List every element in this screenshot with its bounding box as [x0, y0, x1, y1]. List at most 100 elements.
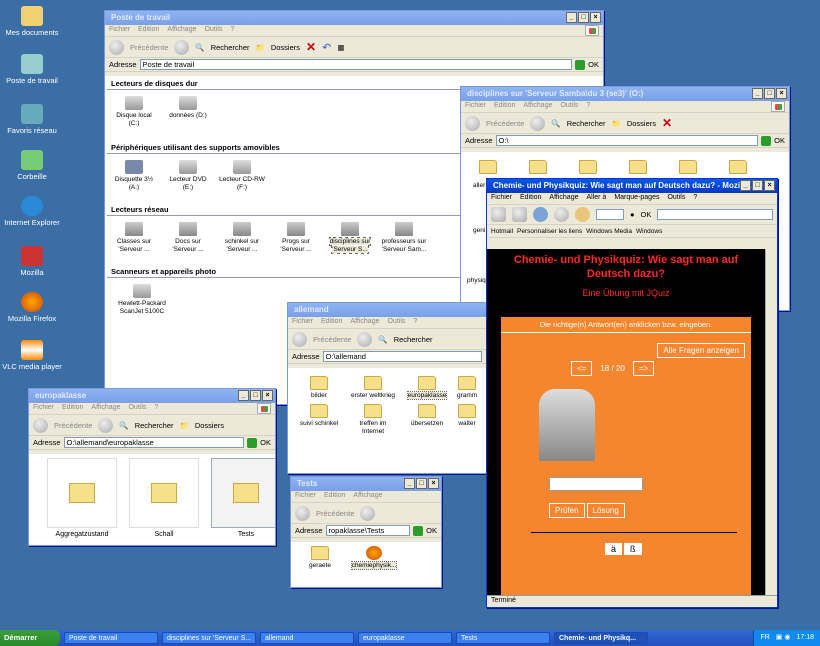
desktop-icon-network[interactable]: Favoris réseau [0, 104, 64, 135]
folder-item[interactable]: übersetzen [403, 404, 451, 436]
desktop-icon-recycle-bin[interactable]: Corbeille [0, 150, 64, 181]
back-icon[interactable] [33, 417, 48, 433]
desktop-icon-firefox[interactable]: Mozilla Firefox [0, 292, 64, 323]
folder-item[interactable]: treffen im Internet [349, 404, 397, 436]
back-icon[interactable] [295, 505, 310, 521]
folder-item[interactable]: Aggregatzustand [47, 458, 117, 541]
minimize-icon[interactable]: _ [404, 478, 415, 489]
maximize-icon[interactable]: □ [250, 390, 261, 401]
drive-d[interactable]: données (D:) [164, 96, 212, 128]
views-icon[interactable]: ▦ [337, 43, 344, 52]
close-icon[interactable]: × [764, 180, 775, 191]
address-field[interactable]: O:\allemand\europaklasse [63, 437, 245, 448]
back-icon[interactable] [465, 115, 480, 131]
go-icon[interactable] [761, 135, 772, 146]
delete-icon[interactable]: ✕ [306, 40, 316, 54]
window-allemand[interactable]: allemand Fichier Edition Affichage Outils? … [287, 302, 487, 474]
language-indicator[interactable]: FR [760, 630, 769, 646]
drive-f[interactable]: Lecteur CD-RW (F:) [218, 160, 266, 192]
scanner[interactable]: Hewlett-Packard ScanJet 5100C [110, 284, 174, 316]
task-button[interactable]: allemand [260, 632, 354, 644]
folder-item[interactable]: Schall [129, 458, 199, 541]
menu-view[interactable]: Affichage [167, 26, 196, 33]
window-tests[interactable]: Tests _ □ × Fichier Edition Affichage Précéde… [290, 476, 442, 588]
folder-item-selected[interactable]: europaklasse [403, 376, 451, 400]
maximize-icon[interactable]: □ [578, 12, 589, 23]
folder-icon[interactable] [729, 160, 747, 174]
menu-edit[interactable]: Edition [138, 26, 159, 33]
folder-icon[interactable] [679, 160, 697, 174]
forward-icon[interactable] [360, 505, 376, 521]
folder-item[interactable]: erster weltkrieg [349, 376, 397, 400]
go-icon[interactable]: ● [630, 210, 635, 219]
html-file-item[interactable]: chemiephysik... [350, 546, 398, 570]
url-field[interactable] [596, 209, 624, 220]
search-icon[interactable]: 🔍 [195, 43, 204, 52]
search-icon[interactable]: 🔍 [378, 335, 387, 344]
delete-icon[interactable]: ✕ [662, 116, 672, 130]
folder-item-selected[interactable]: Tests [211, 458, 275, 541]
prev-question-button[interactable]: <= [571, 361, 593, 376]
drive-c[interactable]: Disque local (C:) [110, 96, 158, 128]
drive-a[interactable]: Disquette 3½ (A:) [110, 160, 158, 192]
folders-icon[interactable]: 📁 [256, 43, 265, 52]
task-button-active[interactable]: Chemie- und Physikq... [554, 632, 648, 644]
window-firefox[interactable]: Chemie- und Physikquiz: Wie sagt man auf… [486, 178, 778, 608]
forward-icon[interactable] [530, 115, 546, 131]
forward-icon[interactable] [98, 417, 114, 433]
drive-e[interactable]: Lecteur DVD (E:) [164, 160, 212, 192]
bookmark[interactable]: Windows Media [586, 228, 632, 235]
folders-icon[interactable]: 📁 [180, 421, 189, 430]
folder-item[interactable]: suivi schinkel [295, 404, 343, 436]
title-bar[interactable]: allemand [288, 303, 486, 317]
task-button[interactable]: disciplines sur 'Serveur S... [162, 632, 256, 644]
back-icon[interactable] [109, 39, 124, 55]
folder-item[interactable]: geraete [296, 546, 344, 570]
close-icon[interactable]: × [428, 478, 439, 489]
desktop-icon-my-computer[interactable]: Poste de travail [0, 54, 64, 85]
start-button[interactable]: Démarrer [0, 630, 60, 646]
show-all-questions-button[interactable]: Alle Fragen anzeigen [657, 343, 745, 358]
minimize-icon[interactable]: _ [740, 180, 751, 191]
desktop-icon-vlc[interactable]: VLC media player [0, 340, 64, 371]
close-icon[interactable]: × [776, 88, 787, 99]
folder-item[interactable]: grammat [457, 376, 477, 400]
folder-icon[interactable] [479, 160, 497, 174]
back-icon[interactable] [292, 331, 307, 347]
close-icon[interactable]: × [590, 12, 601, 23]
network-drive[interactable]: professeurs sur 'Serveur Sam... [380, 222, 428, 254]
reload-icon[interactable] [533, 207, 548, 222]
folder-item[interactable]: walter [457, 404, 477, 436]
go-icon[interactable] [575, 59, 586, 70]
folder-icon[interactable] [579, 160, 597, 174]
desktop-icon-ie[interactable]: Internet Explorer [0, 196, 64, 227]
check-button[interactable]: Prüfen [549, 503, 585, 518]
char-a-umlaut-button[interactable]: ä [605, 543, 623, 555]
title-bar[interactable]: Poste de travail _ □ × [105, 11, 603, 25]
next-question-button[interactable]: => [632, 361, 655, 376]
title-bar[interactable]: Chemie- und Physikquiz: Wie sagt man auf… [487, 179, 777, 193]
folder-icon[interactable] [629, 160, 647, 174]
menu-tools[interactable]: Outils [204, 26, 222, 33]
forward-icon[interactable] [512, 207, 527, 222]
go-icon[interactable] [247, 437, 258, 448]
network-drive[interactable]: Classes sur 'Serveur ... [110, 222, 158, 254]
home-icon[interactable] [575, 207, 590, 222]
network-drive[interactable]: Docs sur 'Serveur ... [164, 222, 212, 254]
back-icon[interactable] [491, 207, 506, 222]
search-icon[interactable]: 🔍 [551, 119, 560, 128]
desktop-icon-mozilla[interactable]: Mozilla [0, 246, 64, 277]
window-europaklasse[interactable]: europaklasse _ □ × Fichier Edition Affichage O… [28, 388, 276, 546]
scrollbar[interactable] [765, 249, 777, 595]
undo-icon[interactable]: ↶ [322, 41, 331, 54]
search-icon[interactable]: 🔍 [119, 421, 128, 430]
task-button[interactable]: europaklasse [358, 632, 452, 644]
search-input[interactable] [657, 209, 773, 220]
desktop-icon-my-documents[interactable]: Mes documents [0, 6, 64, 37]
address-field[interactable]: ropaklasse\Tests [325, 525, 411, 536]
folders-button[interactable]: Dossiers [271, 43, 300, 52]
address-field[interactable]: Poste de travail [139, 59, 573, 70]
title-bar[interactable]: europaklasse _ □ × [29, 389, 275, 403]
title-bar[interactable]: disciplines sur 'Serveur Samba\du 3 (se3… [461, 87, 789, 101]
bookmark[interactable]: Hotmail [491, 228, 513, 235]
